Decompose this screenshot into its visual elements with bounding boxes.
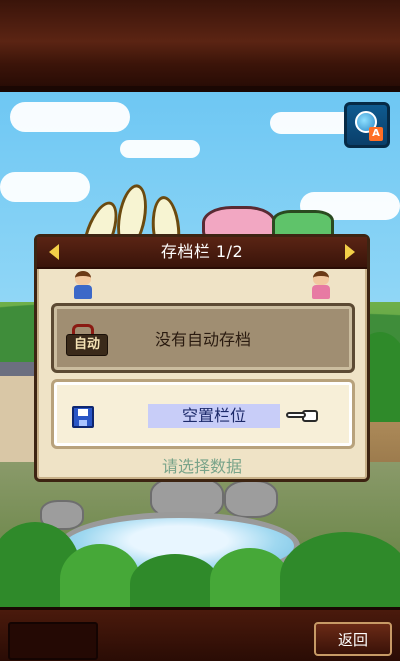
auto-save-slot[interactable]: 自动 没有自动存档 <box>51 303 355 373</box>
bush <box>210 548 290 607</box>
empty-save-slot[interactable]: 空置栏位 <box>51 379 355 449</box>
language-button[interactable]: A <box>344 102 390 148</box>
pointing-hand-icon <box>286 408 320 424</box>
auto-save-slot-label: 没有自动存档 <box>154 330 251 349</box>
save-slot-dialog: 存档栏 1/2 自动 没有自动存档 空置栏位 请选择数据 <box>34 234 370 482</box>
back-button[interactable]: 返回 <box>314 622 392 656</box>
cloud <box>10 102 130 132</box>
character-left-icon <box>71 271 95 301</box>
floppy-disk-icon <box>72 406 94 428</box>
top-wooden-bar <box>0 0 400 92</box>
cloud <box>120 140 200 158</box>
empty-slot-label: 空置栏位 <box>148 404 280 428</box>
bush <box>130 554 220 607</box>
next-page-arrow-icon[interactable] <box>345 244 355 260</box>
cloud <box>0 172 90 202</box>
bush <box>60 544 140 607</box>
dialog-title: 存档栏 1/2 <box>160 242 244 261</box>
language-badge: A <box>369 127 383 141</box>
select-data-hint: 请选择数据 <box>161 457 242 476</box>
bottom-wooden-bar: 返回 <box>0 607 400 661</box>
bottom-left-panel <box>8 622 98 660</box>
rock <box>224 480 278 518</box>
character-right-icon <box>309 271 333 301</box>
